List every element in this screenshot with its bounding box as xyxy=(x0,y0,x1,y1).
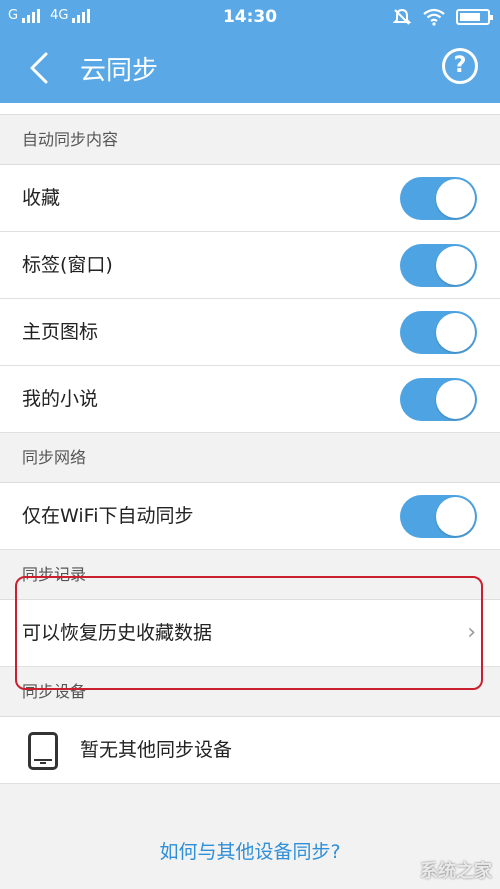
toggle-knob xyxy=(436,380,475,419)
row-label: 收藏 xyxy=(22,187,61,209)
row-label: 可以恢复历史收藏数据 xyxy=(22,622,213,644)
chevron-right-icon: › xyxy=(467,620,476,645)
section-header-network: 同步网络 xyxy=(0,433,500,483)
row-novels: 我的小说 xyxy=(0,366,500,433)
watermark: 系统之家 xyxy=(420,861,492,882)
novels-toggle[interactable] xyxy=(400,378,477,421)
status-bar: G 4G 14:30 xyxy=(0,0,500,34)
toggle-knob xyxy=(436,179,475,218)
row-label: 我的小说 xyxy=(22,388,99,410)
tabs-toggle[interactable] xyxy=(400,244,477,287)
toggle-knob xyxy=(436,313,475,352)
back-arrow-icon[interactable] xyxy=(22,48,62,88)
row-no-devices: 暂无其他同步设备 xyxy=(0,717,500,784)
row-tabs: 标签(窗口) xyxy=(0,232,500,299)
phone-icon xyxy=(28,732,58,770)
top-strip xyxy=(0,103,500,115)
row-label: 暂无其他同步设备 xyxy=(80,739,233,761)
toggle-knob xyxy=(436,497,475,536)
section-header-devices: 同步设备 xyxy=(0,667,500,717)
row-label: 主页图标 xyxy=(22,321,99,343)
settings-list: 自动同步内容 收藏 标签(窗口) 主页图标 我的小说 同步网络 仅在WiFi下自… xyxy=(0,103,500,784)
toggle-knob xyxy=(436,246,475,285)
mute-bell-icon xyxy=(392,8,412,25)
row-label: 仅在WiFi下自动同步 xyxy=(22,505,194,527)
wifi-only-toggle[interactable] xyxy=(400,495,477,538)
wifi-icon xyxy=(423,8,445,26)
battery-icon xyxy=(456,9,493,25)
top-bar: G 4G 14:30 云同步 ? xyxy=(0,0,500,103)
row-favorites: 收藏 xyxy=(0,165,500,232)
section-header-record: 同步记录 xyxy=(0,550,500,600)
row-home-icons: 主页图标 xyxy=(0,299,500,366)
row-wifi-only: 仅在WiFi下自动同步 xyxy=(0,483,500,550)
section-header-content: 自动同步内容 xyxy=(0,115,500,165)
home-icons-toggle[interactable] xyxy=(400,311,477,354)
row-restore-history[interactable]: 可以恢复历史收藏数据 › xyxy=(0,600,500,667)
page-title: 云同步 xyxy=(80,56,159,86)
help-icon[interactable]: ? xyxy=(442,48,478,84)
row-label: 标签(窗口) xyxy=(22,254,113,276)
status-icons xyxy=(392,7,493,27)
nav-bar: 云同步 ? xyxy=(0,34,500,103)
favorites-toggle[interactable] xyxy=(400,177,477,220)
